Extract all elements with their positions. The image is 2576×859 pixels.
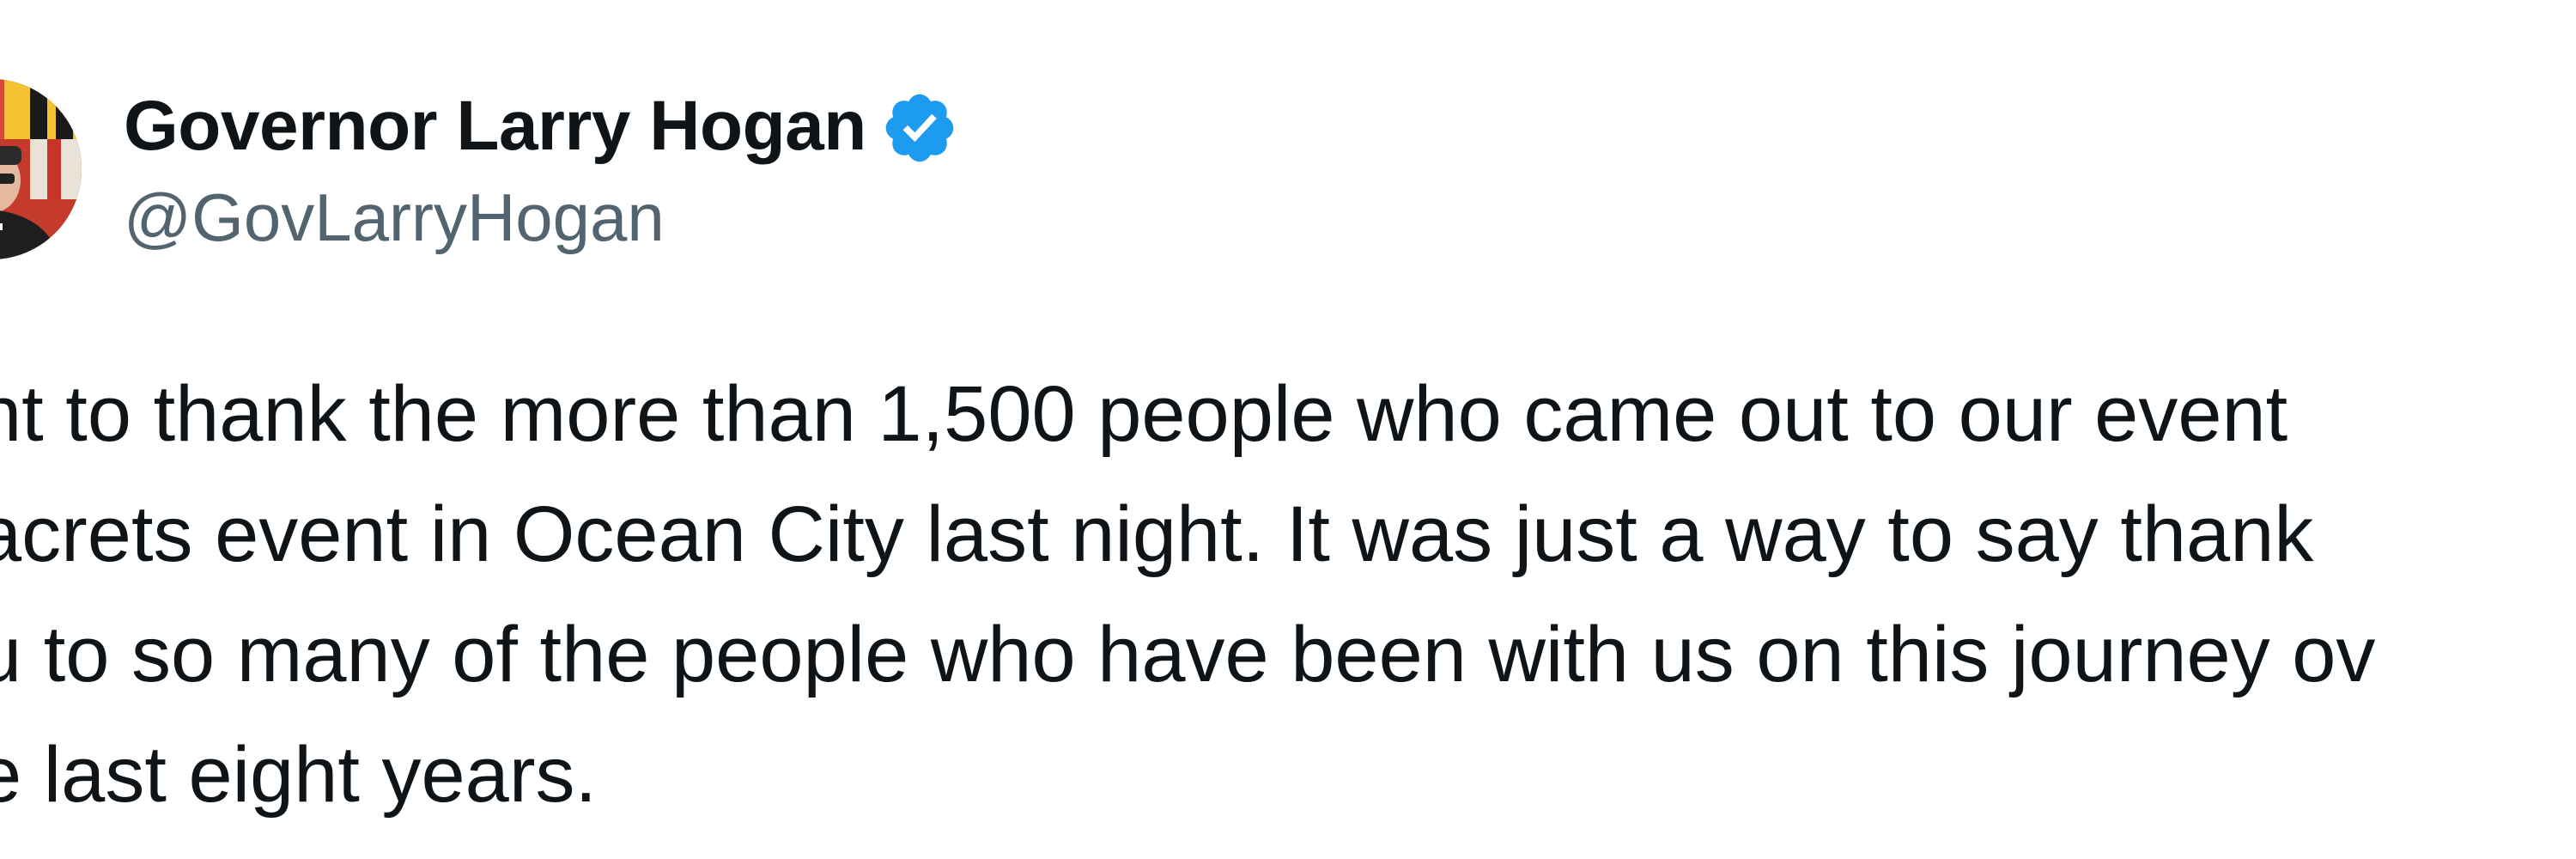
tweet-body: nt to thank the more than 1,500 people w… bbox=[0, 354, 2576, 835]
tweet-text-line: nt to thank the more than 1,500 people w… bbox=[0, 370, 2288, 458]
author-display-name[interactable]: Governor Larry Hogan bbox=[124, 91, 866, 161]
author-handle[interactable]: @GovLarryHogan bbox=[124, 184, 665, 251]
tweet-card: Governor Larry Hogan @GovLarryHogan nt t… bbox=[0, 0, 2576, 859]
avatar-image bbox=[0, 79, 82, 259]
tweet-text-line: e last eight years. bbox=[0, 731, 598, 819]
author-avatar[interactable] bbox=[0, 79, 82, 259]
author-name-row: Governor Larry Hogan bbox=[124, 79, 959, 174]
verified-badge-icon[interactable] bbox=[880, 88, 959, 168]
tweet-text-line: u to so many of the people who have been… bbox=[0, 611, 2376, 698]
tweet-text-line: acrets event in Ocean City last night. I… bbox=[0, 490, 2314, 578]
